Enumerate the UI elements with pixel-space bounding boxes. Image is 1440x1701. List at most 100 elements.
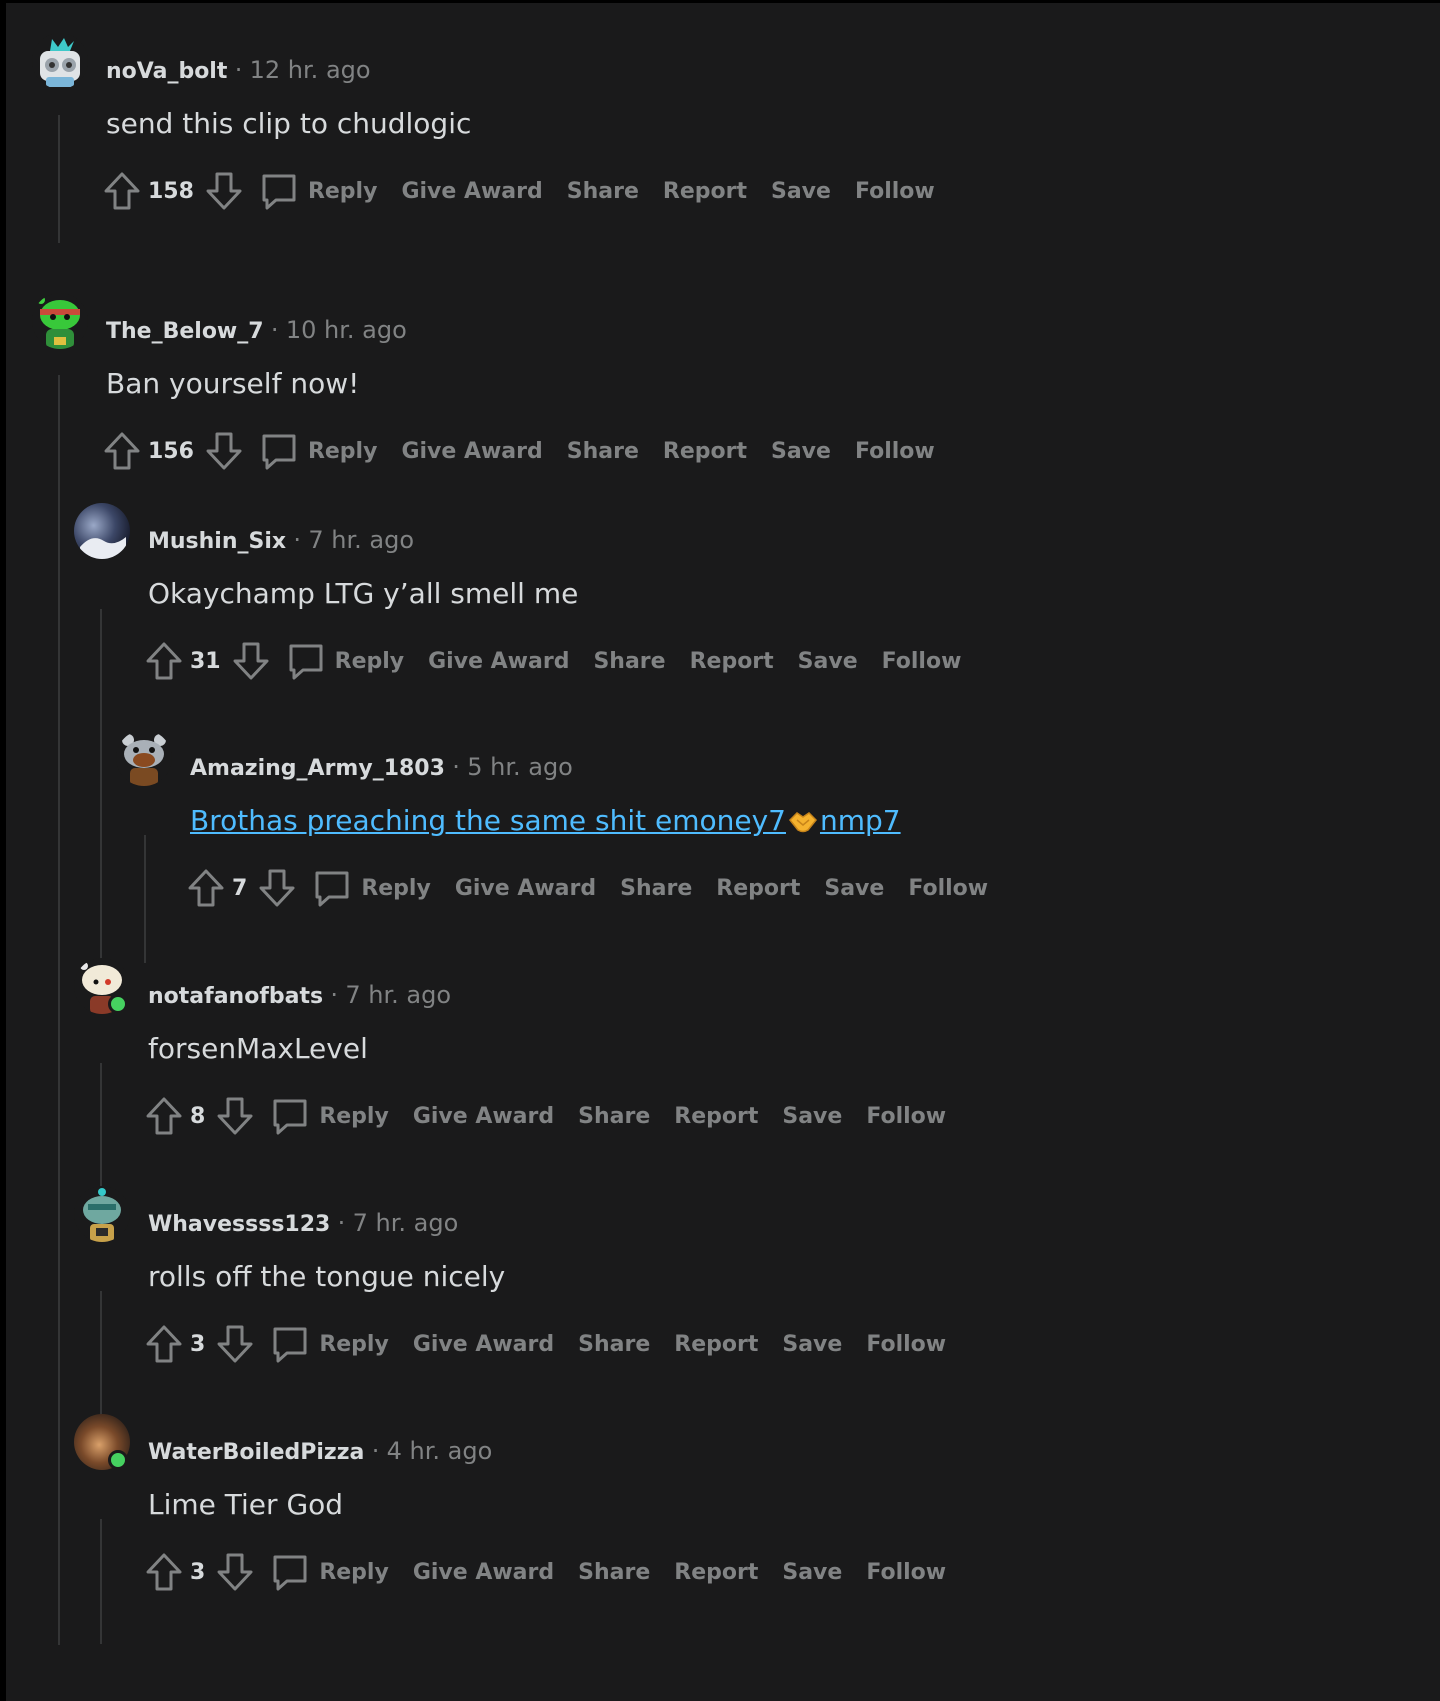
- report-button[interactable]: Report: [674, 1104, 758, 1129]
- comment-actions: 31 Reply Give Award Share Report Save Fo…: [144, 639, 985, 683]
- report-button[interactable]: Report: [674, 1332, 758, 1357]
- timestamp[interactable]: 7 hr. ago: [345, 981, 451, 1009]
- give-award-button[interactable]: Give Award: [455, 876, 596, 901]
- save-button[interactable]: Save: [771, 179, 831, 204]
- give-award-button[interactable]: Give Award: [413, 1560, 554, 1585]
- reply-button[interactable]: Reply: [361, 876, 431, 901]
- online-status-indicator: [108, 994, 128, 1014]
- report-button[interactable]: Report: [674, 1560, 758, 1585]
- share-button[interactable]: Share: [578, 1332, 650, 1357]
- upvote-arrow-icon[interactable]: [102, 169, 142, 213]
- avatar[interactable]: [116, 730, 172, 786]
- vote-score: 3: [190, 1331, 206, 1357]
- save-button[interactable]: Save: [782, 1332, 842, 1357]
- vote-score: 8: [190, 1103, 206, 1129]
- downvote-arrow-icon[interactable]: [204, 169, 244, 213]
- downvote-arrow-icon[interactable]: [204, 429, 244, 473]
- snoo-avatar-icon: [74, 1186, 130, 1242]
- follow-button[interactable]: Follow: [866, 1560, 946, 1585]
- avatar[interactable]: [74, 1186, 130, 1242]
- reply-button[interactable]: Reply: [308, 439, 378, 464]
- report-button[interactable]: Report: [663, 439, 747, 464]
- upvote-arrow-icon[interactable]: [144, 1094, 184, 1138]
- downvote-arrow-icon[interactable]: [215, 1094, 255, 1138]
- share-button[interactable]: Share: [567, 439, 639, 464]
- comment-bubble-icon[interactable]: [269, 1550, 311, 1594]
- avatar[interactable]: [32, 33, 88, 89]
- comment-meta: notafanofbats · 7 hr. ago: [148, 980, 451, 1012]
- reply-button[interactable]: Reply: [319, 1104, 389, 1129]
- save-button[interactable]: Save: [771, 439, 831, 464]
- upvote-arrow-icon[interactable]: [144, 639, 184, 683]
- timestamp[interactable]: 4 hr. ago: [387, 1437, 493, 1465]
- username[interactable]: Mushin_Six: [148, 529, 286, 554]
- reply-button[interactable]: Reply: [308, 179, 378, 204]
- reply-button[interactable]: Reply: [319, 1560, 389, 1585]
- give-award-button[interactable]: Give Award: [401, 439, 542, 464]
- follow-button[interactable]: Follow: [866, 1332, 946, 1357]
- comment-bubble-icon[interactable]: [258, 169, 300, 213]
- timestamp[interactable]: 12 hr. ago: [250, 56, 371, 84]
- comment-bubble-icon[interactable]: [269, 1322, 311, 1366]
- comment-meta: Mushin_Six · 7 hr. ago: [148, 525, 414, 557]
- downvote-arrow-icon[interactable]: [231, 639, 271, 683]
- share-button[interactable]: Share: [578, 1104, 650, 1129]
- avatar[interactable]: [74, 503, 130, 559]
- comment-bubble-icon[interactable]: [258, 429, 300, 473]
- comment-body-link[interactable]: Brothas preaching the same shit emoney7 n…: [190, 802, 901, 844]
- report-button[interactable]: Report: [663, 179, 747, 204]
- comment-bubble-icon[interactable]: [311, 866, 353, 910]
- separator-dot: ·: [234, 56, 243, 84]
- report-button[interactable]: Report: [690, 649, 774, 674]
- comment-actions: 3 Reply Give Award Share Report Save Fol…: [144, 1550, 970, 1594]
- timestamp[interactable]: 7 hr. ago: [353, 1209, 459, 1237]
- follow-button[interactable]: Follow: [855, 179, 935, 204]
- timestamp[interactable]: 10 hr. ago: [286, 316, 407, 344]
- upvote-arrow-icon[interactable]: [102, 429, 142, 473]
- follow-button[interactable]: Follow: [882, 649, 962, 674]
- username[interactable]: Amazing_Army_1803: [190, 756, 445, 781]
- timestamp[interactable]: 7 hr. ago: [308, 526, 414, 554]
- follow-button[interactable]: Follow: [908, 876, 988, 901]
- share-button[interactable]: Share: [620, 876, 692, 901]
- upvote-arrow-icon[interactable]: [144, 1550, 184, 1594]
- save-button[interactable]: Save: [824, 876, 884, 901]
- follow-button[interactable]: Follow: [866, 1104, 946, 1129]
- timestamp[interactable]: 5 hr. ago: [467, 753, 573, 781]
- comment-bubble-icon[interactable]: [269, 1094, 311, 1138]
- give-award-button[interactable]: Give Award: [428, 649, 569, 674]
- avatar[interactable]: [32, 293, 88, 349]
- save-button[interactable]: Save: [798, 649, 858, 674]
- vote-score: 31: [190, 648, 221, 674]
- save-button[interactable]: Save: [782, 1104, 842, 1129]
- give-award-button[interactable]: Give Award: [413, 1104, 554, 1129]
- username[interactable]: The_Below_7: [106, 319, 264, 344]
- downvote-arrow-icon[interactable]: [257, 866, 297, 910]
- share-button[interactable]: Share: [567, 179, 639, 204]
- link-text[interactable]: nmp7: [820, 804, 901, 837]
- thread-line[interactable]: [58, 375, 60, 1645]
- username[interactable]: noVa_bolt: [106, 59, 227, 84]
- downvote-arrow-icon[interactable]: [215, 1322, 255, 1366]
- separator-dot: ·: [270, 316, 279, 344]
- comment: Amazing_Army_1803 · 5 hr. ago Brothas pr…: [116, 730, 1116, 950]
- username[interactable]: notafanofbats: [148, 984, 323, 1009]
- link-text[interactable]: Brothas preaching the same shit emoney7: [190, 804, 786, 837]
- give-award-button[interactable]: Give Award: [413, 1332, 554, 1357]
- follow-button[interactable]: Follow: [855, 439, 935, 464]
- save-button[interactable]: Save: [782, 1560, 842, 1585]
- comments-panel: noVa_bolt · 12 hr. ago send this clip to…: [6, 3, 1440, 1701]
- comment-actions: 3 Reply Give Award Share Report Save Fol…: [144, 1322, 970, 1366]
- upvote-arrow-icon[interactable]: [144, 1322, 184, 1366]
- report-button[interactable]: Report: [716, 876, 800, 901]
- username[interactable]: Whavessss123: [148, 1212, 330, 1237]
- give-award-button[interactable]: Give Award: [401, 179, 542, 204]
- share-button[interactable]: Share: [578, 1560, 650, 1585]
- reply-button[interactable]: Reply: [335, 649, 405, 674]
- reply-button[interactable]: Reply: [319, 1332, 389, 1357]
- username[interactable]: WaterBoiledPizza: [148, 1440, 364, 1465]
- upvote-arrow-icon[interactable]: [186, 866, 226, 910]
- comment-bubble-icon[interactable]: [285, 639, 327, 683]
- downvote-arrow-icon[interactable]: [215, 1550, 255, 1594]
- share-button[interactable]: Share: [593, 649, 665, 674]
